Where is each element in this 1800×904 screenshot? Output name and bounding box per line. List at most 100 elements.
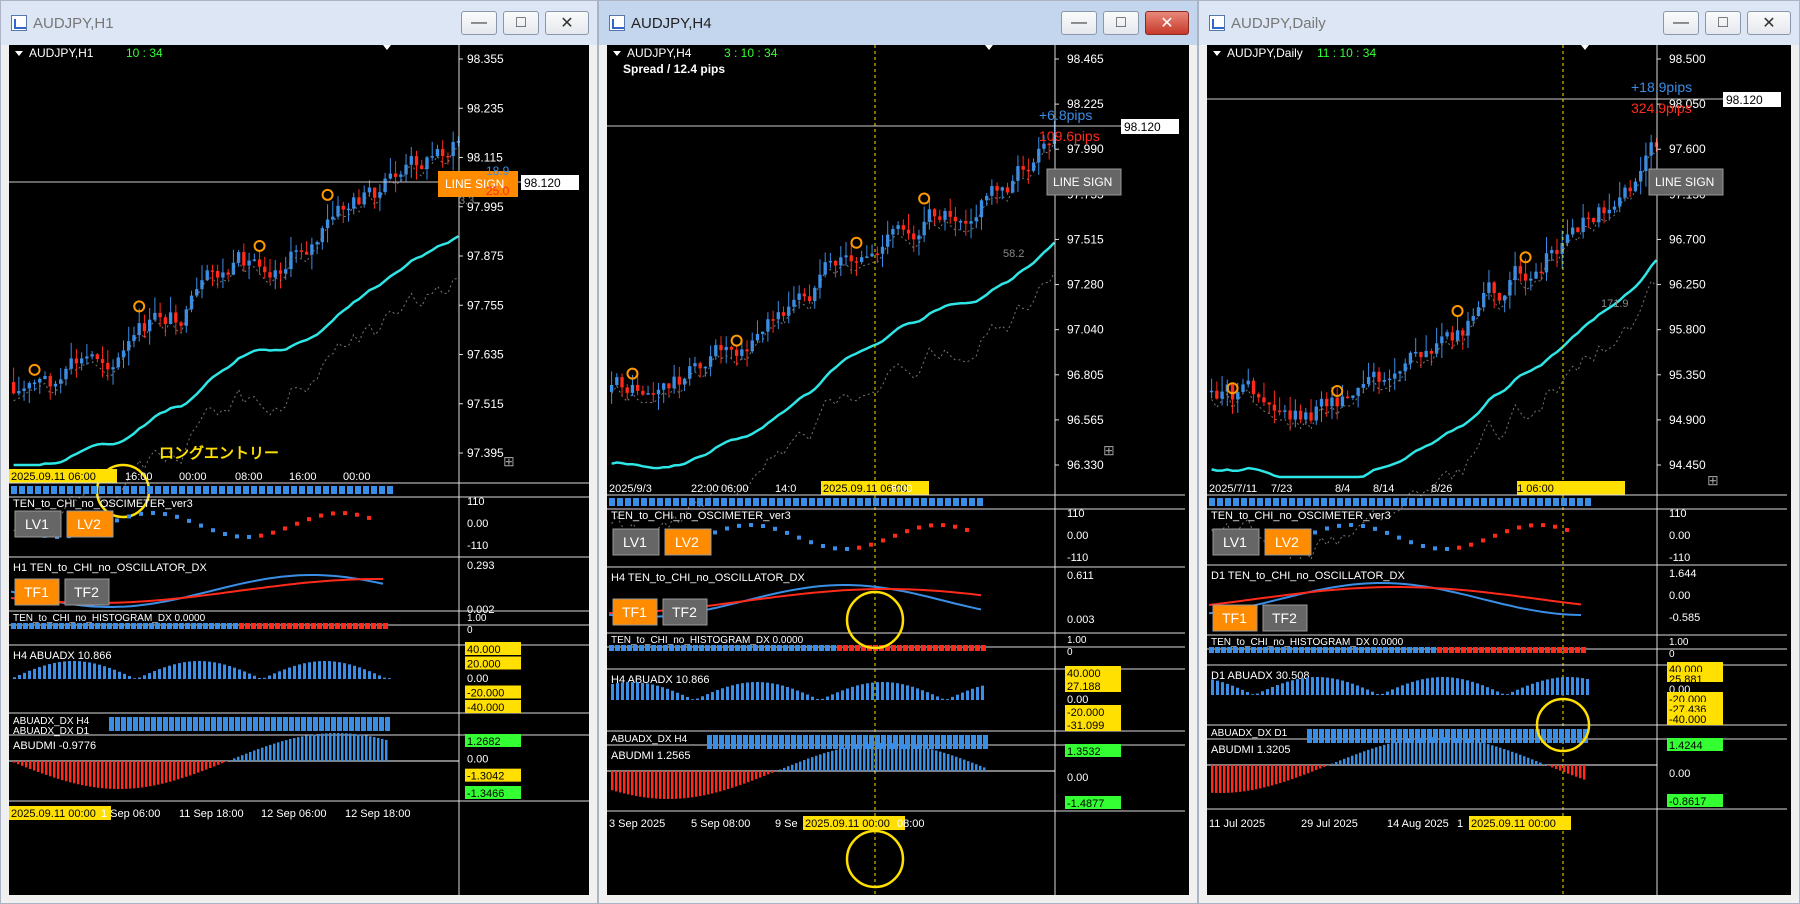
candle-body [859,257,864,263]
candle-body [1591,217,1596,223]
histogram-bar [77,623,82,629]
chart-window-daily[interactable]: AUDJPY,Daily — □ ✕ AUDJPY,Daily 11 : 10 … [1198,0,1800,904]
dmi-bar [117,761,120,789]
time-label: 08:00 [897,818,925,830]
adx-bar [876,682,879,700]
histogram-bar [1503,647,1508,653]
oscimeter-dot [343,511,347,516]
dmi-bar [93,761,96,788]
chart-canvas[interactable]: AUDJPY,Daily 11 : 10 : 34 98.50098.05097… [1207,45,1791,895]
minimize-button[interactable]: — [1061,11,1097,35]
adx-bar [1336,679,1339,695]
adx-bar [786,686,789,700]
chart-canvas[interactable]: AUDJPY,H1 10 : 34 98.35598.23598.11597.9… [9,45,589,895]
oscimeter-dot [1493,533,1497,538]
maximize-button[interactable]: □ [1103,11,1139,35]
indicator-subwindows[interactable]: TEN_to_CHI_no_OSCIMETER_ver3 110 0.00 -110 L… [1207,494,1787,830]
candle-body [828,260,833,263]
title-bar[interactable]: AUDJPY,H1 — □ ✕ [1,1,597,45]
zoom-plus-icon[interactable]: ⊞ [1103,442,1115,458]
collapse-arrow-icon[interactable] [15,51,23,56]
adx-bar [671,690,674,700]
level-label: 1.644 [1669,568,1697,580]
adx-dx-bar [1523,729,1528,743]
candle-body [1005,187,1010,193]
dmi-bar [105,761,108,789]
histogram-bar [1479,647,1484,653]
close-button[interactable]: ✕ [1747,11,1791,35]
dmi-bar [1435,737,1438,765]
collapse-arrow-icon[interactable] [1213,51,1221,56]
adx-dx-bar [725,735,730,749]
level-label: 0.00 [467,753,488,765]
histogram-strip-bar [817,498,823,506]
maximize-button[interactable]: □ [503,11,539,35]
price-label: 98.500 [1669,52,1706,66]
adx-bar [1431,677,1434,695]
histogram-bar [293,623,298,629]
chart-window-h4[interactable]: AUDJPY,H4 — □ ✕ AUDJPY,H4 3 : 10 : 34 Sp… [598,0,1198,904]
adx-dx-bar [367,717,372,731]
level-button-label: LV1 [623,534,647,550]
dmi-bar [1247,765,1250,791]
level-button-label: LV2 [77,516,101,532]
histogram-strip-bar [1241,498,1247,506]
minimize-button[interactable]: — [461,11,497,35]
dmi-bar [727,771,730,790]
histogram-strip-bar [1529,498,1535,506]
dmi-bar [1579,765,1582,779]
close-button[interactable]: ✕ [545,11,589,35]
candle-body [693,363,697,367]
candle-body [435,149,440,157]
histogram-strip-bar [243,486,249,494]
histogram-bar [1455,647,1460,653]
maximize-button[interactable]: □ [1705,11,1741,35]
level-label: 0 [1067,647,1073,658]
adx-bar [1436,677,1439,695]
candle-body [299,250,304,252]
oscimeter-dot [713,530,717,535]
histogram-strip-bar [793,498,799,506]
chart-pane[interactable]: AUDJPY,H4 3 : 10 : 34 Spread / 12.4 pips… [607,45,1189,895]
chart-pane[interactable]: AUDJPY,Daily 11 : 10 : 34 98.500 98.050 97… [1207,45,1791,895]
dmi-bar [903,744,906,771]
candle-body [441,149,445,156]
close-button[interactable]: ✕ [1145,11,1189,35]
collapse-arrow-icon[interactable] [613,51,621,56]
adx-bar [1426,678,1429,695]
histogram-bar [639,645,644,651]
zoom-plus-icon[interactable]: ⊞ [503,453,515,469]
candle-body [372,187,377,198]
dmi-bar [333,733,336,761]
title-bar[interactable]: AUDJPY,H4 — □ ✕ [599,1,1197,45]
indicator-subwindows[interactable]: TEN_to_CHI_no_OSCIMETER_ver3 110 0.00 -110 L… [9,482,589,820]
adx-bar [1421,679,1424,695]
histogram-strip-bar [1281,498,1287,506]
histogram-strip-bar [1305,498,1311,506]
title-bar[interactable]: AUDJPY,Daily — □ ✕ [1199,1,1799,45]
chart-canvas[interactable]: AUDJPY,H4 3 : 10 : 34 Spread / 12.4 pips… [607,45,1189,895]
main-chart[interactable] [1209,134,1659,561]
level-label: 40.000 [1067,668,1101,680]
candle-body [1277,410,1282,413]
dmi-bar [1267,765,1270,787]
histogram-strip-bar [1353,498,1359,506]
dmi-bar [1491,745,1494,765]
minimize-button[interactable]: — [1663,11,1699,35]
dmi-bar [205,761,208,770]
histogram-bar [215,623,220,629]
histogram-strip-bar [1585,498,1591,506]
main-chart[interactable] [609,120,1057,534]
adx-bar [328,661,331,679]
chart-window-h1[interactable]: AUDJPY,H1 — □ ✕ AUDJPY,H1 10 : 34 98.355… [0,0,598,904]
adx-bar [1221,682,1224,695]
chart-pane[interactable]: AUDJPY,H1 10 : 34 98.355 98.235 98.115 97.9… [9,45,589,895]
zoom-plus-icon[interactable]: ⊞ [1707,472,1719,488]
indicator-subwindows[interactable]: TEN_to_CHI_no_OSCIMETER_ver3 110 0.00 -110 L… [607,494,1185,830]
candle-body [11,382,16,394]
adx-dx-bar [343,717,348,731]
adx-bar [1541,680,1544,695]
candle-body [1502,295,1507,301]
line-sign-label: LINE SIGN [1053,175,1112,189]
histogram-strip-bar [67,486,73,494]
